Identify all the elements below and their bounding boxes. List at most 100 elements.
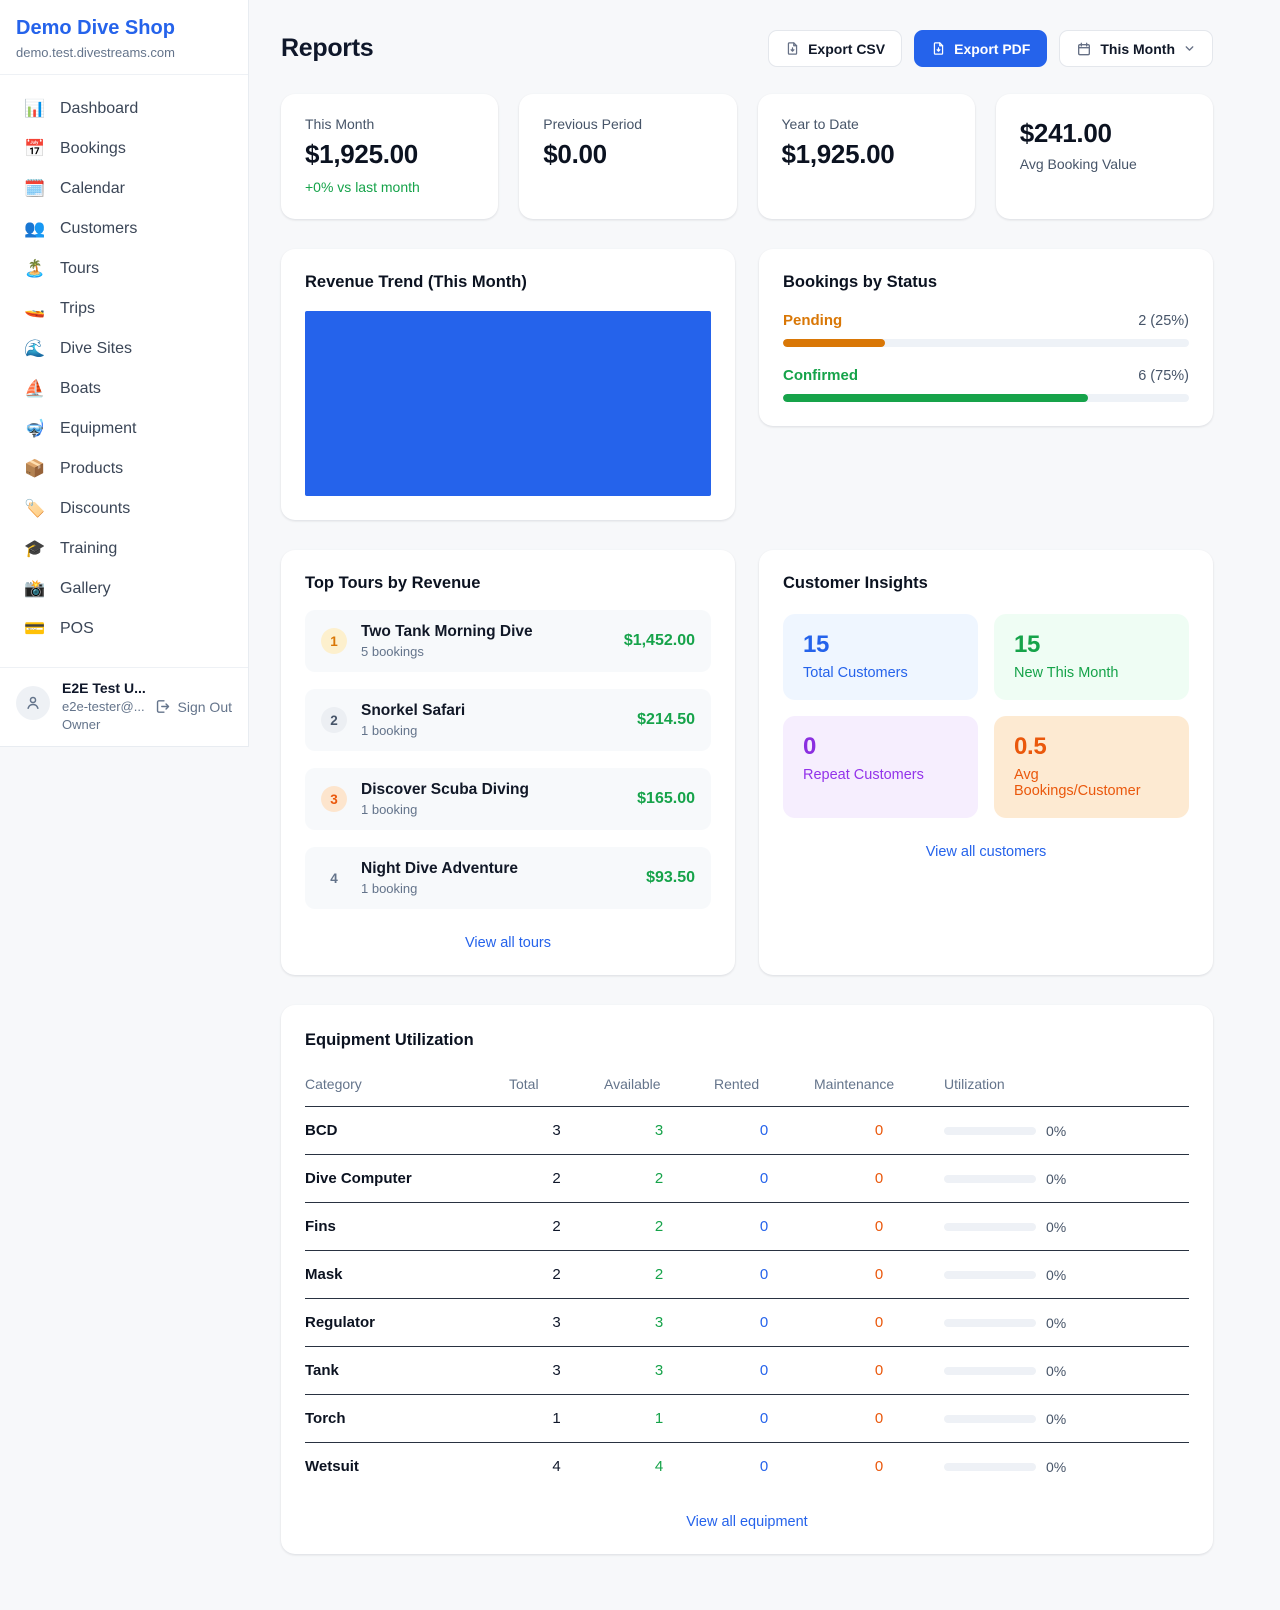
sidebar-item-products[interactable]: 📦 Products — [8, 449, 240, 489]
top-tours-title: Top Tours by Revenue — [305, 574, 711, 593]
sidebar-item-label: Products — [60, 460, 123, 478]
tile-label: Repeat Customers — [803, 767, 958, 783]
sidebar-item-equipment[interactable]: 🤿 Equipment — [8, 409, 240, 449]
cell-category: Mask — [305, 1251, 509, 1299]
tour-bookings: 5 bookings — [361, 644, 610, 659]
stat-cards: This Month $1,925.00 +0% vs last month P… — [281, 94, 1213, 219]
utilization-percent: 0% — [1046, 1219, 1066, 1235]
cell-available: 2 — [604, 1203, 714, 1251]
revenue-trend-card: Revenue Trend (This Month) — [281, 249, 735, 520]
cell-utilization: 0% — [944, 1155, 1189, 1203]
sign-out-button[interactable]: Sign Out — [154, 698, 232, 715]
avatar — [16, 686, 50, 720]
tile-label: New This Month — [1014, 665, 1169, 681]
tour-bookings: 1 booking — [361, 881, 632, 896]
dashboard-icon: 📊 — [24, 99, 46, 119]
package-icon: 📦 — [24, 459, 46, 479]
tag-icon: 🏷️ — [24, 499, 46, 519]
tile-repeat-customers: 0 Repeat Customers — [783, 716, 978, 818]
sidebar-item-customers[interactable]: 👥 Customers — [8, 209, 240, 249]
stat-card-year-to-date: Year to Date $1,925.00 — [758, 94, 975, 219]
table-row: Tank 3 3 0 0 0% — [305, 1347, 1189, 1395]
sidebar-item-label: Equipment — [60, 420, 137, 438]
cell-available: 3 — [604, 1299, 714, 1347]
export-pdf-button[interactable]: Export PDF — [914, 30, 1047, 67]
view-all-customers-link[interactable]: View all customers — [783, 844, 1189, 860]
stat-card-this-month: This Month $1,925.00 +0% vs last month — [281, 94, 498, 219]
cell-total: 2 — [509, 1155, 604, 1203]
sidebar-item-tours[interactable]: 🏝️ Tours — [8, 249, 240, 289]
sidebar-item-label: Gallery — [60, 580, 111, 598]
cell-rented: 0 — [714, 1299, 814, 1347]
sidebar-item-bookings[interactable]: 📅 Bookings — [8, 129, 240, 169]
utilization-track — [944, 1367, 1036, 1375]
user-meta: E2E Test U... e2e-tester@... Owner — [62, 680, 142, 732]
stat-delta: +0% vs last month — [305, 179, 474, 195]
tour-name: Snorkel Safari — [361, 702, 623, 720]
graduation-cap-icon: 🎓 — [24, 539, 46, 559]
tile-total-customers: 15 Total Customers — [783, 614, 978, 700]
diving-mask-icon: 🤿 — [24, 419, 46, 439]
cell-total: 2 — [509, 1203, 604, 1251]
stat-value: $0.00 — [543, 139, 712, 170]
table-row: Fins 2 2 0 0 0% — [305, 1203, 1189, 1251]
table-row: Dive Computer 2 2 0 0 0% — [305, 1155, 1189, 1203]
user-name: E2E Test U... — [62, 680, 142, 696]
camera-icon: 📸 — [24, 579, 46, 599]
cell-category: Regulator — [305, 1299, 509, 1347]
export-csv-button[interactable]: Export CSV — [768, 30, 902, 67]
sidebar-item-dashboard[interactable]: 📊 Dashboard — [8, 89, 240, 129]
col-header-maintenance: Maintenance — [814, 1064, 944, 1107]
sidebar-item-boats[interactable]: ⛵ Boats — [8, 369, 240, 409]
cell-category: Torch — [305, 1395, 509, 1443]
status-row-confirmed: Confirmed 6 (75%) — [783, 367, 1189, 402]
person-icon — [24, 694, 42, 712]
sidebar-item-label: Training — [60, 540, 117, 558]
stat-card-avg-booking-value: $241.00 Avg Booking Value — [996, 94, 1213, 219]
cell-available: 2 — [604, 1155, 714, 1203]
chevron-down-icon — [1183, 42, 1196, 55]
sidebar-item-discounts[interactable]: 🏷️ Discounts — [8, 489, 240, 529]
cell-rented: 0 — [714, 1155, 814, 1203]
sidebar-item-label: Trips — [60, 300, 95, 318]
sidebar-item-calendar[interactable]: 🗓️ Calendar — [8, 169, 240, 209]
utilization-percent: 0% — [1046, 1267, 1066, 1283]
utilization-percent: 0% — [1046, 1411, 1066, 1427]
cell-maintenance: 0 — [814, 1443, 944, 1491]
cell-utilization: 0% — [944, 1203, 1189, 1251]
tile-new-this-month: 15 New This Month — [994, 614, 1189, 700]
utilization-track — [944, 1271, 1036, 1279]
sidebar-item-pos[interactable]: 💳 POS — [8, 609, 240, 649]
utilization-percent: 0% — [1046, 1363, 1066, 1379]
stat-label: Previous Period — [543, 116, 712, 132]
rank-badge: 1 — [321, 628, 347, 654]
sidebar-item-gallery[interactable]: 📸 Gallery — [8, 569, 240, 609]
tour-name: Discover Scuba Diving — [361, 781, 623, 799]
shop-name: Demo Dive Shop — [16, 16, 232, 40]
cell-available: 3 — [604, 1107, 714, 1155]
status-row-pending: Pending 2 (25%) — [783, 312, 1189, 347]
sidebar-item-trips[interactable]: 🚤 Trips — [8, 289, 240, 329]
main-content: Reports Export CSV Export PDF — [249, 0, 1280, 1600]
file-export-icon — [931, 41, 946, 56]
view-all-equipment-link[interactable]: View all equipment — [305, 1514, 1189, 1530]
col-header-rented: Rented — [714, 1064, 814, 1107]
bookings-calendar-icon: 📅 — [24, 139, 46, 159]
period-dropdown[interactable]: This Month — [1059, 30, 1213, 67]
tour-revenue: $214.50 — [637, 711, 695, 729]
sidebar-item-dive-sites[interactable]: 🌊 Dive Sites — [8, 329, 240, 369]
cell-total: 3 — [509, 1347, 604, 1395]
sidebar-item-label: Discounts — [60, 500, 130, 518]
stat-value: $1,925.00 — [305, 139, 474, 170]
cell-category: Fins — [305, 1203, 509, 1251]
cell-total: 4 — [509, 1443, 604, 1491]
equipment-utilization-title: Equipment Utilization — [305, 1031, 1189, 1050]
view-all-tours-link[interactable]: View all tours — [305, 935, 711, 951]
utilization-track — [944, 1223, 1036, 1231]
cell-category: Wetsuit — [305, 1443, 509, 1491]
sidebar-item-training[interactable]: 🎓 Training — [8, 529, 240, 569]
cell-rented: 0 — [714, 1251, 814, 1299]
cell-rented: 0 — [714, 1395, 814, 1443]
status-count-confirmed: 6 (75%) — [1138, 368, 1189, 384]
tile-value: 0 — [803, 733, 958, 761]
